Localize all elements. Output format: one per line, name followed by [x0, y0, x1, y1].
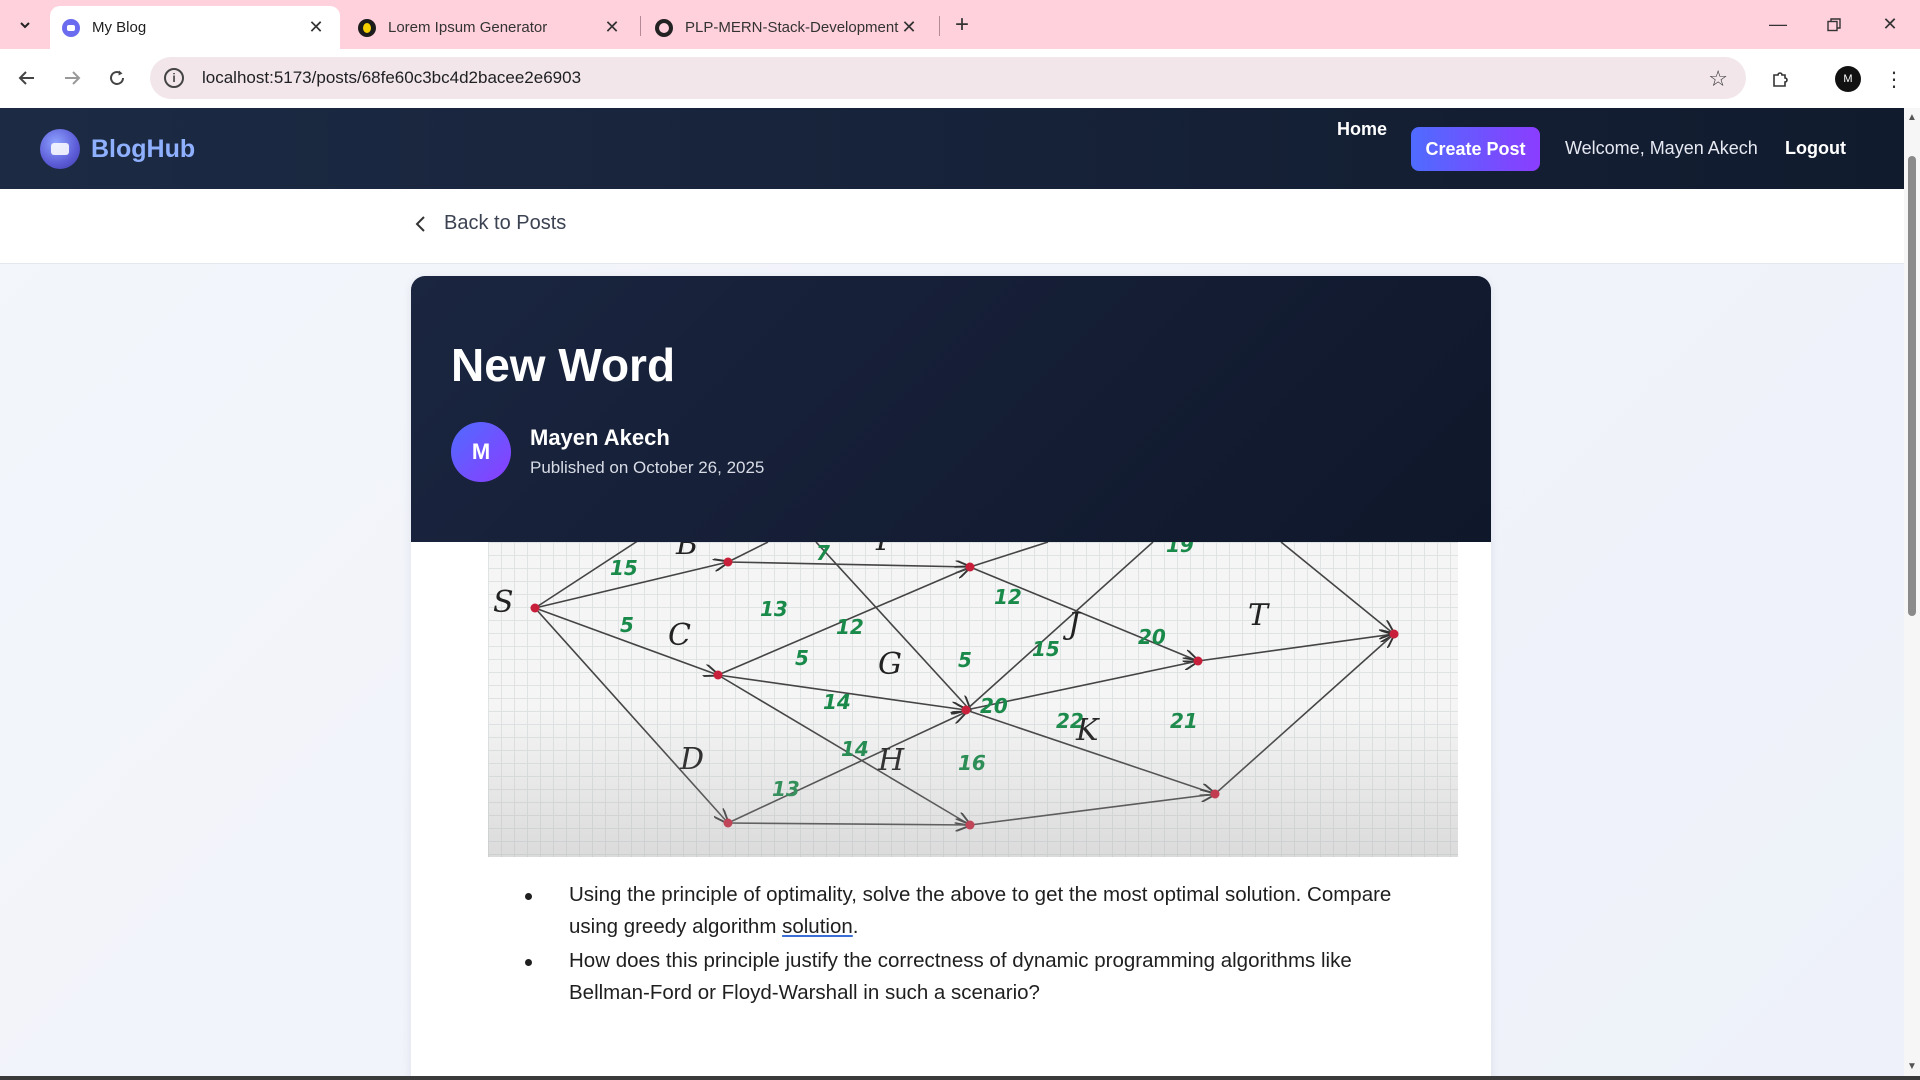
brand[interactable]: BlogHub — [40, 129, 195, 169]
create-post-button[interactable]: Create Post — [1411, 127, 1540, 171]
browser-toolbar: i localhost:5173/posts/68fe60c3bc4d2bace… — [0, 49, 1920, 108]
tab-my-blog[interactable]: My Blog ✕ — [50, 6, 340, 49]
tab-title: Lorem Ipsum Generator — [388, 19, 548, 36]
bullet-text: Using the principle of optimality, solve… — [569, 883, 1392, 938]
page-viewport: BlogHub Home Create Post Welcome, Mayen … — [0, 108, 1904, 1076]
post-card: New Word M Mayen Akech Published on Octo… — [411, 276, 1491, 1076]
graph-edge-weight: 15 — [1032, 637, 1060, 661]
graph-edge-weight: 5 — [795, 646, 809, 670]
minimize-icon[interactable]: — — [1750, 0, 1806, 49]
scroll-up-arrow-icon[interactable]: ▲ — [1907, 112, 1917, 123]
tab-title: PLP-MERN-Stack-Development — [685, 19, 899, 36]
graph-edge-weight: 5 — [620, 613, 634, 637]
address-bar[interactable]: i localhost:5173/posts/68fe60c3bc4d2bace… — [150, 57, 1746, 99]
site-info-icon[interactable]: i — [164, 68, 184, 88]
graph-edge-weight: 22 — [1056, 709, 1084, 733]
post-content-list: Using the principle of optimality, solve… — [525, 879, 1425, 1011]
post-title: New Word — [451, 339, 676, 391]
graph-node-label: S — [493, 585, 514, 620]
back-to-posts-label: Back to Posts — [444, 212, 567, 234]
graph-node-label: D — [679, 742, 704, 777]
graph-edge-weight: 12 — [994, 585, 1022, 609]
graph-edge-weight: 7 — [816, 542, 830, 565]
graph-edge-weight: 14 — [841, 737, 869, 761]
graph-node-label: J — [1062, 607, 1082, 642]
window-bottom-edge — [0, 1076, 1920, 1080]
forward-arrow-icon[interactable] — [57, 63, 87, 93]
graph-figure-image: SBFCGJTDHK 15751951312121451520141620211… — [488, 542, 1458, 857]
graph-edge-weight: 5 — [958, 648, 972, 672]
reload-icon[interactable] — [102, 63, 132, 93]
graph-node-label: B — [675, 542, 698, 562]
graph-node-label: F — [875, 542, 898, 558]
tab-search-chevron-icon[interactable] — [12, 12, 38, 38]
graph-edge-weight: 20 — [980, 694, 1008, 718]
author-avatar: M — [451, 422, 511, 482]
graph-node-label: T — [1248, 598, 1270, 633]
graph-node-label: H — [877, 743, 905, 778]
new-tab-plus-icon[interactable]: + — [949, 11, 975, 38]
graph-edge-weight: 15 — [610, 556, 638, 580]
welcome-text: Welcome, Mayen Akech — [1565, 138, 1758, 158]
profile-avatar-icon[interactable]: M — [1832, 63, 1864, 95]
back-bar: Back to Posts — [0, 189, 1904, 264]
graph-edge-weight: 13 — [772, 777, 800, 801]
browser-tabstrip: My Blog ✕ Lorem Ipsum Generator ✕ PLP-ME… — [0, 0, 1920, 49]
brand-logo-icon — [40, 129, 80, 169]
tab-title: My Blog — [92, 19, 147, 36]
scroll-down-arrow-icon[interactable]: ▼ — [1907, 1061, 1917, 1072]
list-item: Using the principle of optimality, solve… — [525, 879, 1425, 943]
close-tab-icon[interactable]: ✕ — [899, 17, 919, 38]
back-arrow-icon[interactable] — [12, 63, 42, 93]
author-name: Mayen Akech — [530, 425, 670, 450]
profile-initial: M — [1835, 66, 1861, 92]
list-item: How does this principle justify the corr… — [525, 945, 1425, 1009]
graph-edge-weight: 14 — [823, 690, 851, 714]
tab-separator — [939, 16, 940, 36]
logout-link[interactable]: Logout — [1785, 138, 1846, 159]
graph-edge-weight: 12 — [836, 615, 864, 639]
graph-edge-weight: 13 — [760, 597, 788, 621]
restore-icon[interactable] — [1806, 0, 1862, 49]
graph-node-label: C — [668, 618, 691, 653]
close-tab-icon[interactable]: ✕ — [306, 17, 326, 38]
graph-edge-weight: 20 — [1138, 625, 1166, 649]
url-text: localhost:5173/posts/68fe60c3bc4d2bacee2… — [202, 68, 582, 87]
tab-lorem-ipsum[interactable]: Lorem Ipsum Generator ✕ — [346, 6, 636, 49]
post-header: New Word M Mayen Akech Published on Octo… — [411, 276, 1491, 542]
app-header: BlogHub Home Create Post Welcome, Mayen … — [0, 108, 1904, 189]
tab-separator — [640, 16, 641, 36]
publish-date: Published on October 26, 2025 — [530, 458, 765, 477]
more-menu-icon[interactable]: ⋮ — [1878, 63, 1910, 95]
close-tab-icon[interactable]: ✕ — [602, 17, 622, 38]
chevron-left-icon — [415, 215, 425, 232]
extensions-puzzle-icon[interactable] — [1765, 63, 1797, 95]
scrollbar-thumb[interactable] — [1908, 156, 1916, 616]
graph-node-label: G — [878, 647, 902, 682]
brand-name: BlogHub — [91, 134, 196, 163]
bullet-text: How does this principle justify the corr… — [569, 949, 1352, 1004]
back-to-posts-link[interactable]: Back to Posts — [414, 212, 566, 235]
bullet-underlined-word: solution — [782, 915, 853, 938]
github-favicon-icon — [655, 18, 673, 37]
page-scrollbar[interactable]: ▲ ▼ — [1904, 108, 1920, 1076]
blog-favicon-icon — [62, 18, 80, 37]
graph-edge-weight: 21 — [1170, 709, 1198, 733]
tab-github[interactable]: PLP-MERN-Stack-Development ✕ — [643, 6, 933, 49]
nav-home-link[interactable]: Home — [1337, 119, 1387, 140]
graph-edge-weight: 16 — [958, 751, 986, 775]
lorem-favicon-icon — [358, 18, 376, 37]
close-window-icon[interactable]: ✕ — [1862, 0, 1918, 49]
bookmark-star-icon[interactable]: ☆ — [1708, 66, 1728, 92]
bullet-text-end: . — [852, 915, 859, 938]
graph-edge-weight: 19 — [1166, 542, 1194, 557]
